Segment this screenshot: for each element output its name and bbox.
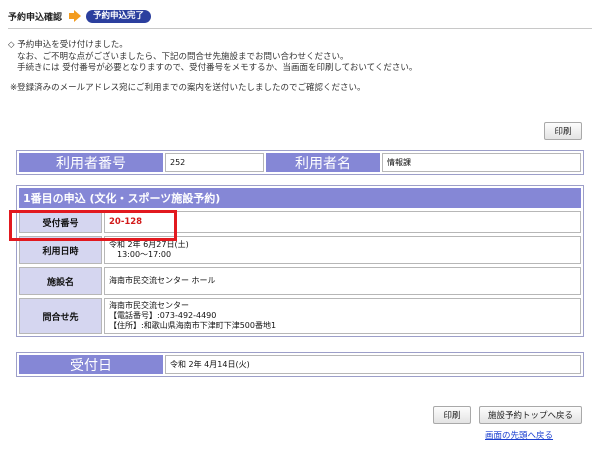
user-number-label: 利用者番号 xyxy=(19,153,163,172)
user-number-value: 252 xyxy=(165,153,264,172)
facility-name-label: 施設名 xyxy=(19,267,102,295)
contact-facility-text: 海南市民交流センター xyxy=(109,301,189,310)
user-name-value: 情報課 xyxy=(382,153,581,172)
progress-steps: 予約申込確認 予約申込完了 xyxy=(8,9,152,23)
contact-phone-text: 【電話番号】:073-492-4490 xyxy=(109,311,217,320)
print-button[interactable]: 印刷 xyxy=(544,122,582,140)
usage-date-text: 令和 2年 6月27日(土) xyxy=(109,240,189,249)
step-complete-badge: 予約申込完了 xyxy=(86,9,152,23)
contact-value: 海南市民交流センター 【電話番号】:073-492-4490 【住所】:和歌山県… xyxy=(104,298,581,334)
received-date-value: 令和 2年 4月14日(火) xyxy=(165,355,581,374)
receipt-number-text: 20-128 xyxy=(109,217,143,227)
application-title: 1番目の申込 (文化・スポーツ施設予約) xyxy=(19,188,581,208)
table-row: 施設名 海南市民交流センター ホール xyxy=(19,267,581,295)
notice-line: なお、ご不明な点がございましたら、下記の問合せ先施設までお問い合わせください。 xyxy=(17,51,349,62)
completion-notice: ◇ 予約申込を受け付けました。 なお、ご不明な点がございましたら、下記の問合せ先… xyxy=(8,40,592,94)
notice-line: 手続きには 受付番号が必要となりますので、受付番号をメモするか、当画面を印刷して… xyxy=(17,63,418,73)
received-date-box: 受付日 令和 2年 4月14日(火) xyxy=(16,352,584,377)
received-date-label: 受付日 xyxy=(19,355,163,374)
user-info-box: 利用者番号 252 利用者名 情報課 xyxy=(16,150,584,175)
notice-line: ◇ 予約申込を受け付けました。 xyxy=(8,40,128,50)
facility-name-text: 海南市民交流センター ホール xyxy=(109,276,216,285)
step-confirm-label: 予約申込確認 xyxy=(8,12,63,23)
receipt-number-highlight xyxy=(9,210,177,241)
user-name-label: 利用者名 xyxy=(266,153,380,172)
usage-time-text: 13:00〜17:00 xyxy=(117,250,172,259)
facility-name-value: 海南市民交流センター ホール xyxy=(104,267,581,295)
email-note: ※登録済みのメールアドレス宛にご利用までの案内を送付いたしましたのでご確認くださ… xyxy=(10,82,366,93)
arrow-right-icon xyxy=(69,10,82,22)
application-box: 1番目の申込 (文化・スポーツ施設予約) 受付番号 20-128 利用日時 令和… xyxy=(16,185,584,337)
contact-label: 問合せ先 xyxy=(19,298,102,334)
page-top-link[interactable]: 画面の先頭へ戻る xyxy=(485,429,553,441)
table-row: 問合せ先 海南市民交流センター 【電話番号】:073-492-4490 【住所】… xyxy=(19,298,581,334)
header-divider xyxy=(8,28,592,29)
contact-address-text: 【住所】:和歌山県海南市下津町下津500番地1 xyxy=(109,321,277,330)
print-button[interactable]: 印刷 xyxy=(433,406,471,424)
back-to-top-button[interactable]: 施設予約トップへ戻る xyxy=(479,406,582,424)
